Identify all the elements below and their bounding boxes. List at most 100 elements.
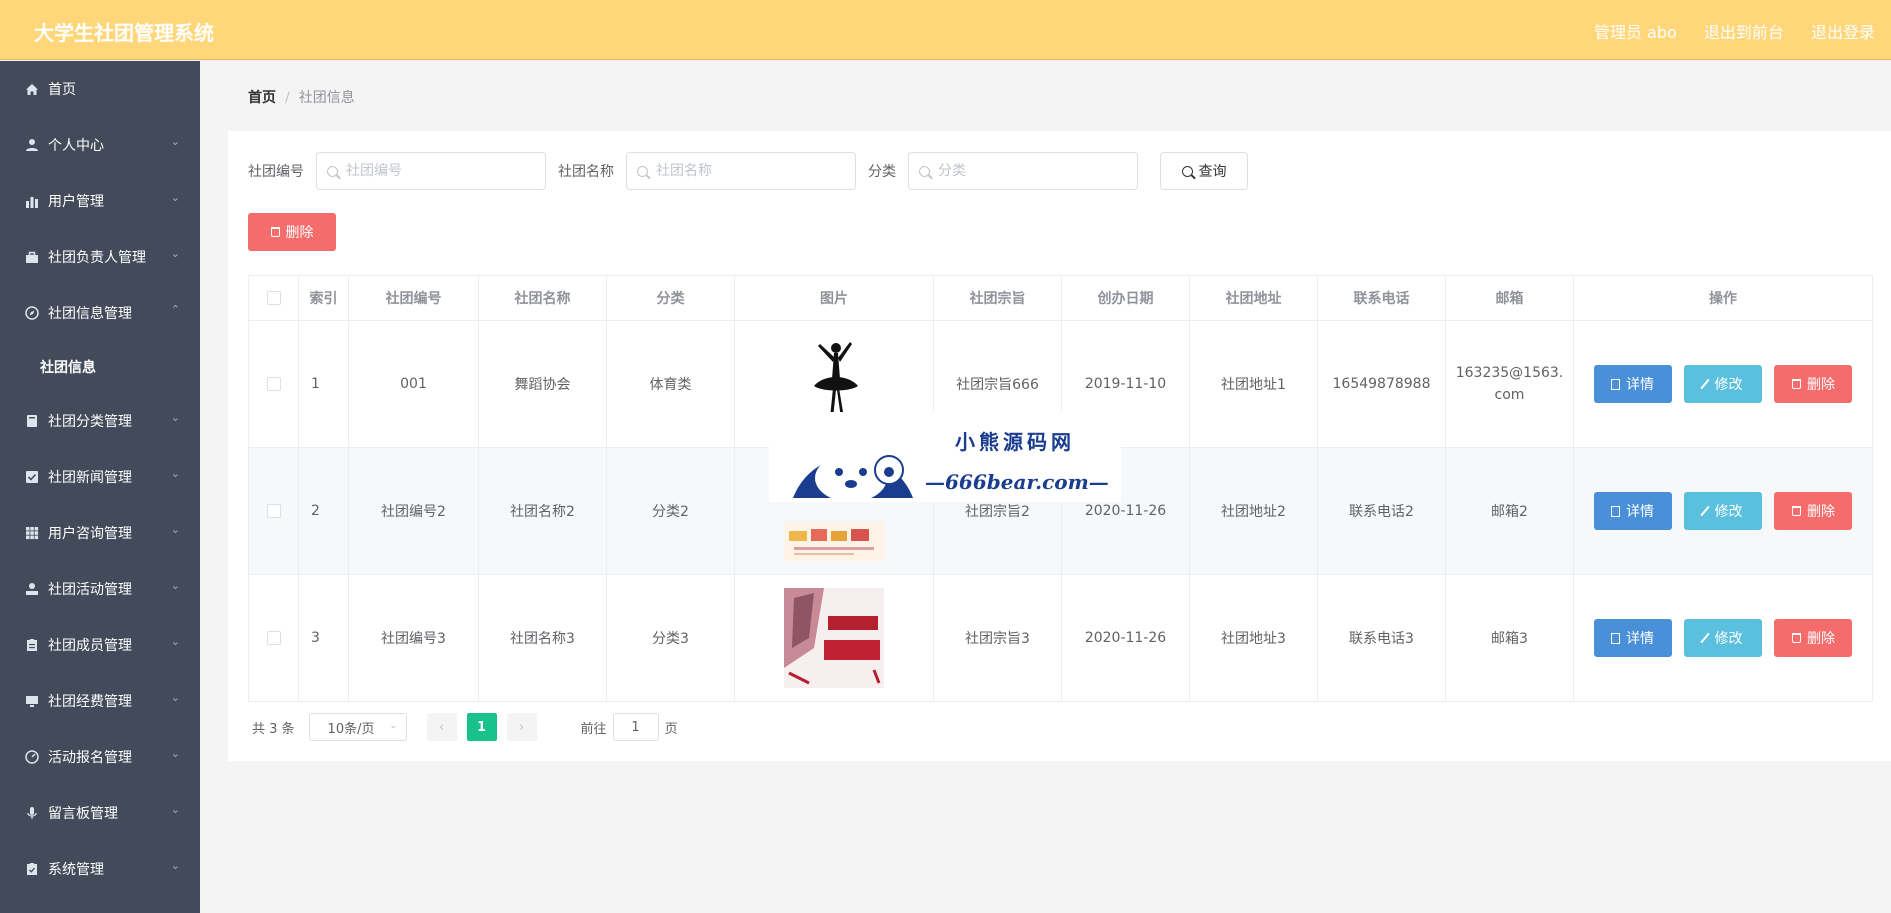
sidebar-item-consult[interactable]: 用户咨询管理 ⌄ <box>0 505 200 561</box>
delete-button[interactable]: 删除 <box>1774 619 1853 657</box>
row-checkbox[interactable] <box>266 377 281 391</box>
search-icon <box>919 165 930 177</box>
home-icon <box>24 81 40 97</box>
chevron-right-icon: › <box>518 719 525 735</box>
search-code-input[interactable] <box>344 162 538 180</box>
sidebar-item-system[interactable]: 系统管理 ⌄ <box>0 841 200 897</box>
goto-prefix: 前往 <box>580 721 607 737</box>
search-label-name: 社团名称 <box>558 164 614 180</box>
cell-purpose: 社团宗旨3 <box>933 574 1062 702</box>
detail-button[interactable]: 详情 <box>1593 365 1672 403</box>
chevron-down-icon: ⌄ <box>170 747 180 760</box>
chevron-up-icon: ⌃ <box>170 303 180 316</box>
search-name-input[interactable] <box>654 162 848 180</box>
sidebar-item-club-info[interactable]: 社团信息管理 ⌃ <box>0 285 200 341</box>
cell-name: 社团名称2 <box>478 447 607 575</box>
pencil-icon <box>1699 632 1710 644</box>
sidebar-item-activities[interactable]: 社团活动管理 ⌄ <box>0 561 200 617</box>
cell-index: 1 <box>298 320 349 448</box>
table-header-row: 索引 社团编号 社团名称 分类 图片 社团宗旨 创办日期 社团地址 联系电话 邮… <box>248 275 1873 321</box>
trash-icon <box>1791 379 1801 389</box>
cell-email: 163235@1563.com <box>1445 320 1574 448</box>
trash-icon <box>1791 506 1801 516</box>
detail-button[interactable]: 详情 <box>1593 492 1672 530</box>
sidebar-item-personal[interactable]: 个人中心 ⌄ <box>0 117 200 173</box>
sidebar-item-label: 个人中心 <box>48 138 104 154</box>
batch-delete-label: 删除 <box>285 225 314 241</box>
breadcrumb-home[interactable]: 首页 <box>248 90 276 106</box>
row-select-cell <box>248 447 299 575</box>
sidebar-item-label: 社团负责人管理 <box>48 250 146 266</box>
sidebar-item-users[interactable]: 用户管理 ⌄ <box>0 173 200 229</box>
batch-delete-button[interactable]: 删除 <box>248 213 336 251</box>
chevron-down-icon: ⌄ <box>170 191 180 204</box>
sidebar-item-category[interactable]: 社团分类管理 ⌄ <box>0 393 200 449</box>
chevron-down-icon: ⌄ <box>170 135 180 148</box>
sidebar-item-news[interactable]: 社团新闻管理 ⌄ <box>0 449 200 505</box>
cell-actions: 详情 修改 删除 <box>1573 447 1873 575</box>
sidebar-item-label: 留言板管理 <box>48 806 118 822</box>
select-all-checkbox[interactable] <box>266 291 281 305</box>
cell-phone: 16549878988 <box>1317 320 1446 448</box>
edit-button[interactable]: 修改 <box>1684 492 1762 530</box>
page-size-select[interactable]: 10条/页 ⌄ <box>308 713 407 741</box>
sidebar-item-messages[interactable]: 留言板管理 ⌄ <box>0 785 200 841</box>
search-category-input[interactable] <box>936 162 1130 180</box>
chevron-down-icon: ⌄ <box>170 803 180 816</box>
sidebar-item-leaders[interactable]: 社团负责人管理 ⌄ <box>0 229 200 285</box>
delete-button[interactable]: 删除 <box>1774 492 1853 530</box>
chevron-down-icon: ⌄ <box>170 467 180 480</box>
query-button[interactable]: 查询 <box>1160 152 1248 190</box>
chevron-down-icon: ⌄ <box>170 635 180 648</box>
search-icon <box>637 165 648 177</box>
detail-label: 详情 <box>1626 504 1655 520</box>
watermark-logo: 小熊源码网 —666bear.com— <box>769 412 1121 502</box>
page-number-1[interactable]: 1 <box>466 713 497 741</box>
sidebar-subitem-club-info[interactable]: 社团信息 <box>0 341 200 393</box>
delete-button[interactable]: 删除 <box>1774 365 1853 403</box>
next-page-button[interactable]: › <box>506 713 537 741</box>
chevron-down-icon: ⌄ <box>170 247 180 260</box>
cell-address: 社团地址1 <box>1189 320 1318 448</box>
prev-page-button[interactable]: ‹ <box>426 713 457 741</box>
cell-phone: 联系电话3 <box>1317 574 1446 702</box>
goto-page-input[interactable] <box>612 713 659 741</box>
cell-name: 社团名称3 <box>478 574 607 702</box>
sidebar-item-home[interactable]: 首页 <box>0 61 200 117</box>
edit-button[interactable]: 修改 <box>1684 365 1762 403</box>
chevron-down-icon: ⌄ <box>170 859 180 872</box>
col-header: 索引 <box>298 275 349 321</box>
detail-button[interactable]: 详情 <box>1593 619 1672 657</box>
document-icon <box>1611 632 1621 644</box>
chevron-down-icon: ⌄ <box>170 691 180 704</box>
row-checkbox[interactable] <box>266 631 281 645</box>
logout-link[interactable]: 退出登录 <box>1811 23 1875 42</box>
gauge-icon <box>24 749 40 765</box>
sidebar-item-members[interactable]: 社团成员管理 ⌄ <box>0 617 200 673</box>
search-code-field[interactable] <box>316 152 546 190</box>
sidebar-item-signup[interactable]: 活动报名管理 ⌄ <box>0 729 200 785</box>
cell-image <box>734 574 934 702</box>
search-name-field[interactable] <box>626 152 856 190</box>
search-label-code: 社团编号 <box>248 164 304 180</box>
sidebar-item-funds[interactable]: 社团经费管理 ⌄ <box>0 673 200 729</box>
cell-code: 社团编号2 <box>348 447 479 575</box>
breadcrumb: 首页 / 社团信息 <box>248 87 355 107</box>
to-front-link[interactable]: 退出到前台 <box>1704 23 1784 42</box>
page-size-value: 10条/页 <box>327 721 375 737</box>
chevron-down-icon: ⌄ <box>170 411 180 424</box>
user-icon <box>24 137 40 153</box>
chevron-down-icon: ⌄ <box>389 720 398 731</box>
cell-category: 分类3 <box>606 574 735 702</box>
pencil-icon <box>1699 378 1710 390</box>
edit-button[interactable]: 修改 <box>1684 619 1762 657</box>
col-header: 分类 <box>606 275 735 321</box>
document-icon <box>1611 505 1621 517</box>
row-checkbox[interactable] <box>266 504 281 518</box>
sidebar-item-label: 社团新闻管理 <box>48 470 132 486</box>
sidebar-item-label: 系统管理 <box>48 862 104 878</box>
cell-code: 社团编号3 <box>348 574 479 702</box>
cell-category: 体育类 <box>606 320 735 448</box>
pencil-icon <box>1699 505 1710 517</box>
search-category-field[interactable] <box>908 152 1138 190</box>
